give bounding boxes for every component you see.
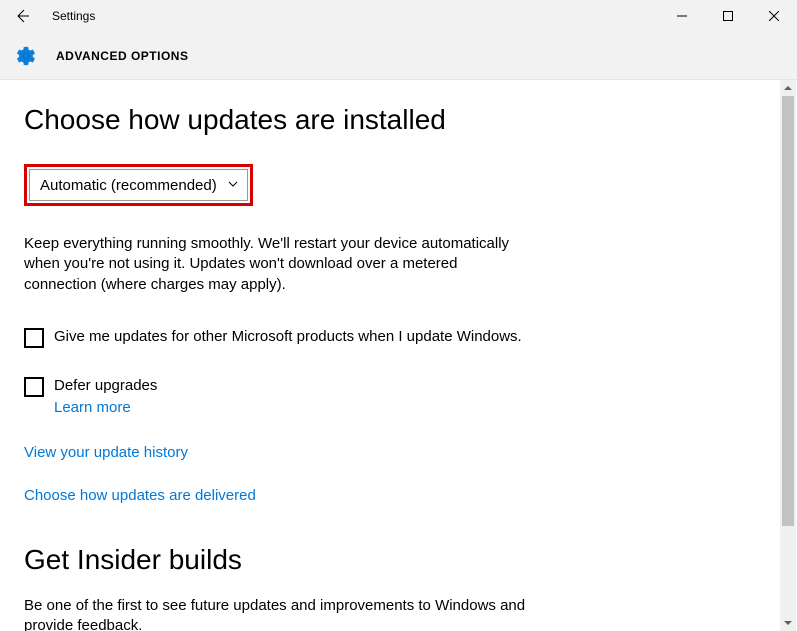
checkbox-defer-upgrades-label: Defer upgrades <box>54 376 157 396</box>
chevron-down-icon <box>227 177 239 194</box>
learn-more-link[interactable]: Learn more <box>54 399 131 416</box>
titlebar-left: Settings <box>0 0 95 32</box>
window-title: Settings <box>52 9 95 23</box>
dropdown-selected-value: Automatic (recommended) <box>40 177 217 194</box>
minimize-icon <box>677 11 687 21</box>
content-scroll-area: Choose how updates are installed Automat… <box>0 80 797 631</box>
arrow-left-icon <box>14 8 30 24</box>
back-button[interactable] <box>0 0 44 32</box>
page-header-bar: ADVANCED OPTIONS <box>0 32 797 80</box>
update-mode-dropdown[interactable]: Automatic (recommended) <box>29 169 248 201</box>
section-title-insider: Get Insider builds <box>24 544 556 576</box>
scrollbar-thumb[interactable] <box>782 96 794 526</box>
update-description: Keep everything running smoothly. We'll … <box>24 234 534 295</box>
scroll-up-icon[interactable] <box>780 80 796 96</box>
minimize-button[interactable] <box>659 0 705 32</box>
highlight-box: Automatic (recommended) <box>24 164 253 206</box>
maximize-button[interactable] <box>705 0 751 32</box>
close-icon <box>769 11 779 21</box>
close-button[interactable] <box>751 0 797 32</box>
updates-delivered-link[interactable]: Choose how updates are delivered <box>24 487 556 504</box>
checkbox-other-products[interactable] <box>24 328 44 348</box>
page-title: ADVANCED OPTIONS <box>56 49 188 63</box>
checkbox-row-other-products: Give me updates for other Microsoft prod… <box>24 327 556 348</box>
checkbox-row-defer: Defer upgrades <box>24 376 556 397</box>
view-history-link[interactable]: View your update history <box>24 444 556 461</box>
scrollbar[interactable] <box>780 80 796 631</box>
content: Choose how updates are installed Automat… <box>0 80 580 631</box>
section-title-updates: Choose how updates are installed <box>24 104 556 136</box>
window-controls <box>659 0 797 32</box>
scroll-down-icon[interactable] <box>780 615 796 631</box>
gear-icon <box>14 44 38 68</box>
checkbox-defer-upgrades[interactable] <box>24 377 44 397</box>
insider-description: Be one of the first to see future update… <box>24 596 544 631</box>
titlebar: Settings <box>0 0 797 32</box>
checkbox-other-products-label: Give me updates for other Microsoft prod… <box>54 327 522 347</box>
maximize-icon <box>723 11 733 21</box>
